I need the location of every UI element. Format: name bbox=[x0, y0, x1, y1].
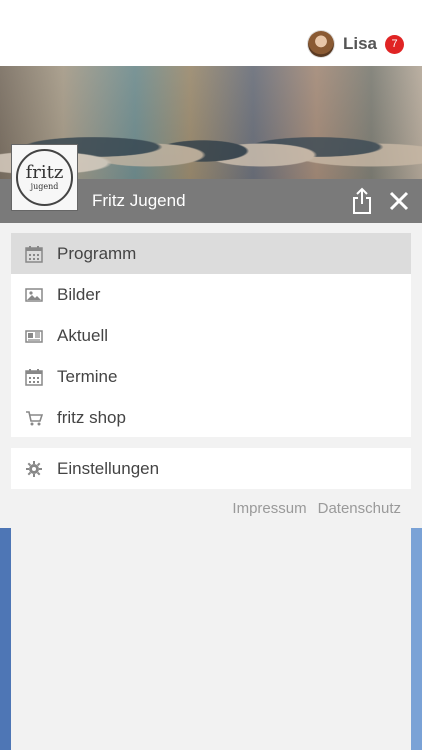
menu-item-label: Termine bbox=[57, 367, 118, 386]
impressum-link[interactable]: Impressum bbox=[232, 500, 306, 520]
menu-item-label: fritz shop bbox=[57, 408, 126, 427]
top-bar: Lisa 7 bbox=[0, 0, 422, 66]
share-icon[interactable] bbox=[347, 186, 377, 216]
user-profile[interactable]: Lisa 7 bbox=[307, 29, 404, 59]
menu-item-label: Bilder bbox=[57, 285, 101, 304]
logo: fritz jugend bbox=[11, 144, 78, 211]
gear-icon bbox=[26, 461, 42, 477]
menu-item-bilder[interactable]: Bilder bbox=[11, 274, 411, 315]
menu-item-label: Aktuell bbox=[57, 326, 109, 345]
menu-item-fritz-shop[interactable]: fritz shop bbox=[11, 397, 411, 438]
background-content bbox=[0, 528, 422, 750]
logo-circle: fritz jugend bbox=[16, 149, 73, 206]
newspaper-icon bbox=[25, 330, 43, 343]
menu-item-termine[interactable]: Termine bbox=[11, 356, 411, 397]
settings-menu: Einstellungen bbox=[11, 448, 411, 489]
username[interactable]: Lisa bbox=[343, 34, 377, 54]
logo-text-sub: jugend bbox=[30, 182, 59, 191]
cart-icon bbox=[26, 411, 43, 426]
close-icon[interactable] bbox=[384, 186, 414, 216]
menu-item-label: Einstellungen bbox=[57, 459, 160, 478]
logo-text-main: fritz bbox=[25, 162, 64, 183]
calendar-icon bbox=[25, 369, 43, 386]
page-title: Fritz Jugend bbox=[92, 191, 186, 210]
main-menu: Programm Bilder Aktuell Termine fritz sh… bbox=[11, 233, 411, 437]
menu-item-aktuell[interactable]: Aktuell bbox=[11, 315, 411, 356]
footer-links: Impressum Datenschutz bbox=[232, 500, 401, 520]
notification-badge[interactable]: 7 bbox=[385, 34, 404, 54]
menu-item-programm[interactable]: Programm bbox=[11, 233, 411, 274]
menu-item-label: Programm bbox=[57, 244, 137, 263]
avatar[interactable] bbox=[307, 31, 334, 57]
calendar-icon bbox=[25, 246, 43, 263]
menu-item-einstellungen[interactable]: Einstellungen bbox=[11, 448, 411, 489]
datenschutz-link[interactable]: Datenschutz bbox=[318, 500, 401, 520]
image-icon bbox=[25, 288, 43, 302]
